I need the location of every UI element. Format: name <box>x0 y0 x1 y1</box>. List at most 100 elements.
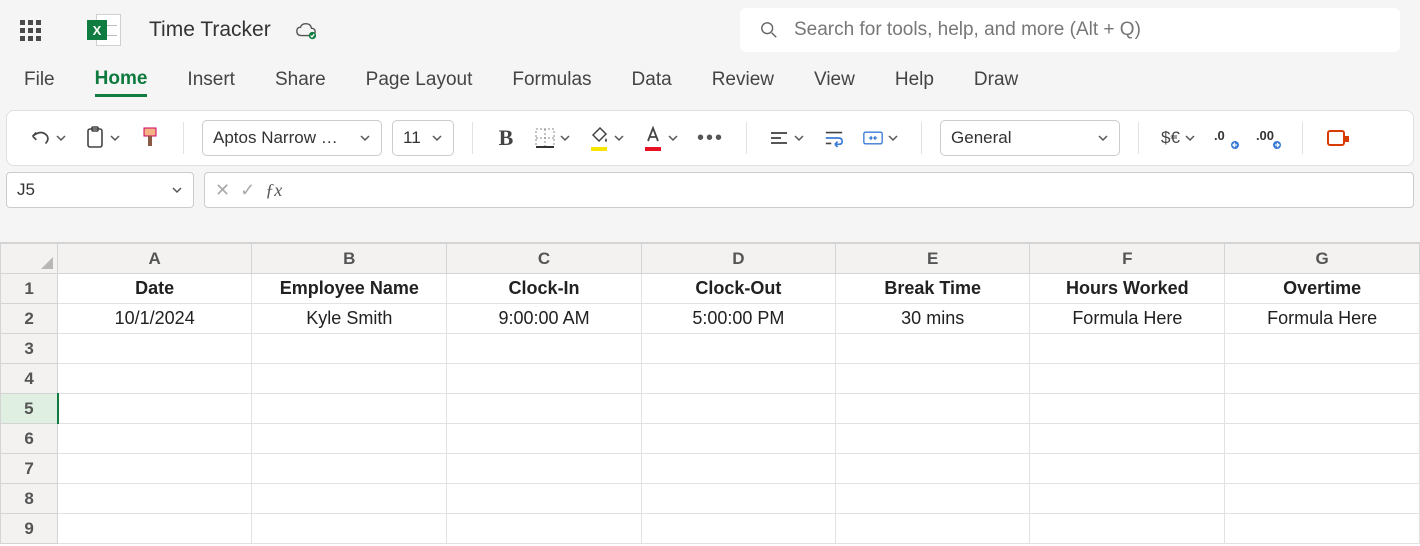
search-box[interactable]: Search for tools, help, and more (Alt + … <box>740 8 1400 52</box>
cell-G7[interactable] <box>1225 454 1420 484</box>
cell-E9[interactable] <box>836 514 1030 544</box>
decrease-decimal-button[interactable]: .0 <box>1210 121 1242 155</box>
cell-F8[interactable] <box>1030 484 1225 514</box>
row-header-8[interactable]: 8 <box>1 484 58 514</box>
row-header-1[interactable]: 1 <box>1 274 58 304</box>
cell-G4[interactable] <box>1225 364 1420 394</box>
clipboard-button[interactable] <box>81 121 125 155</box>
align-button[interactable] <box>765 121 809 155</box>
cell-A3[interactable] <box>58 334 252 364</box>
tab-draw[interactable]: Draw <box>974 69 1018 95</box>
cell-E2[interactable]: 30 mins <box>836 304 1030 334</box>
cell-D1[interactable]: Clock-Out <box>641 274 835 304</box>
cell-F4[interactable] <box>1030 364 1225 394</box>
cell-E3[interactable] <box>836 334 1030 364</box>
tab-share[interactable]: Share <box>275 69 326 95</box>
currency-button[interactable]: $€ <box>1157 121 1200 155</box>
bold-button[interactable]: B <box>491 121 521 155</box>
cell-A1[interactable]: Date <box>58 274 252 304</box>
cell-D7[interactable] <box>641 454 835 484</box>
cell-C4[interactable] <box>447 364 641 394</box>
cell-G3[interactable] <box>1225 334 1420 364</box>
wrap-text-button[interactable] <box>819 121 849 155</box>
cell-B3[interactable] <box>252 334 447 364</box>
cell-B4[interactable] <box>252 364 447 394</box>
cell-F6[interactable] <box>1030 424 1225 454</box>
cell-A4[interactable] <box>58 364 252 394</box>
column-header-E[interactable]: E <box>836 244 1030 274</box>
cell-G6[interactable] <box>1225 424 1420 454</box>
tab-data[interactable]: Data <box>632 69 672 95</box>
tab-page-layout[interactable]: Page Layout <box>366 69 473 95</box>
cell-F7[interactable] <box>1030 454 1225 484</box>
app-launcher-icon[interactable] <box>20 20 41 41</box>
spreadsheet-grid[interactable]: ABCDEFG1DateEmployee NameClock-InClock-O… <box>0 242 1420 546</box>
cell-B6[interactable] <box>252 424 447 454</box>
row-header-4[interactable]: 4 <box>1 364 58 394</box>
cell-E6[interactable] <box>836 424 1030 454</box>
cell-C6[interactable] <box>447 424 641 454</box>
cell-B9[interactable] <box>252 514 447 544</box>
cell-C7[interactable] <box>447 454 641 484</box>
cell-F3[interactable] <box>1030 334 1225 364</box>
font-color-button[interactable] <box>639 121 683 155</box>
column-header-G[interactable]: G <box>1225 244 1420 274</box>
cell-B1[interactable]: Employee Name <box>252 274 447 304</box>
cell-A7[interactable] <box>58 454 252 484</box>
cancel-formula-icon[interactable]: ✕ <box>215 180 230 201</box>
cell-C8[interactable] <box>447 484 641 514</box>
cell-B8[interactable] <box>252 484 447 514</box>
tab-home[interactable]: Home <box>95 68 148 97</box>
cell-D5[interactable] <box>641 394 835 424</box>
column-header-F[interactable]: F <box>1030 244 1225 274</box>
cell-D2[interactable]: 5:00:00 PM <box>641 304 835 334</box>
cell-A5[interactable] <box>58 394 252 424</box>
cell-A8[interactable] <box>58 484 252 514</box>
cell-E4[interactable] <box>836 364 1030 394</box>
cell-F2[interactable]: Formula Here <box>1030 304 1225 334</box>
cell-F5[interactable] <box>1030 394 1225 424</box>
cell-C9[interactable] <box>447 514 641 544</box>
tab-file[interactable]: File <box>24 69 55 95</box>
cell-G2[interactable]: Formula Here <box>1225 304 1420 334</box>
cell-B5[interactable] <box>252 394 447 424</box>
formula-input[interactable] <box>296 173 1403 207</box>
row-header-3[interactable]: 3 <box>1 334 58 364</box>
cell-G5[interactable] <box>1225 394 1420 424</box>
cell-D3[interactable] <box>641 334 835 364</box>
row-header-7[interactable]: 7 <box>1 454 58 484</box>
cell-C5[interactable] <box>447 394 641 424</box>
row-header-5[interactable]: 5 <box>1 394 58 424</box>
cell-D8[interactable] <box>641 484 835 514</box>
merge-button[interactable] <box>859 121 903 155</box>
cell-G1[interactable]: Overtime <box>1225 274 1420 304</box>
cell-E1[interactable]: Break Time <box>836 274 1030 304</box>
number-format-select[interactable]: General <box>940 120 1120 156</box>
cell-C1[interactable]: Clock-In <box>447 274 641 304</box>
tab-help[interactable]: Help <box>895 69 934 95</box>
more-font-options[interactable]: ••• <box>693 121 728 155</box>
accept-formula-icon[interactable]: ✓ <box>240 180 255 201</box>
cell-D4[interactable] <box>641 364 835 394</box>
column-header-C[interactable]: C <box>447 244 641 274</box>
cell-D6[interactable] <box>641 424 835 454</box>
column-header-D[interactable]: D <box>641 244 835 274</box>
cell-F9[interactable] <box>1030 514 1225 544</box>
tab-review[interactable]: Review <box>712 69 774 95</box>
tab-formulas[interactable]: Formulas <box>512 69 591 95</box>
cell-E5[interactable] <box>836 394 1030 424</box>
name-box[interactable]: J5 <box>6 172 194 208</box>
cell-G9[interactable] <box>1225 514 1420 544</box>
row-header-6[interactable]: 6 <box>1 424 58 454</box>
increase-decimal-button[interactable]: .00 <box>1252 121 1284 155</box>
undo-button[interactable] <box>25 121 71 155</box>
cell-A6[interactable] <box>58 424 252 454</box>
formula-bar[interactable]: ✕ ✓ ƒx <box>204 172 1414 208</box>
font-name-select[interactable]: Aptos Narrow … <box>202 120 382 156</box>
column-header-B[interactable]: B <box>252 244 447 274</box>
cell-E7[interactable] <box>836 454 1030 484</box>
tab-insert[interactable]: Insert <box>187 69 235 95</box>
document-title[interactable]: Time Tracker <box>149 18 271 42</box>
cell-E8[interactable] <box>836 484 1030 514</box>
cell-B2[interactable]: Kyle Smith <box>252 304 447 334</box>
